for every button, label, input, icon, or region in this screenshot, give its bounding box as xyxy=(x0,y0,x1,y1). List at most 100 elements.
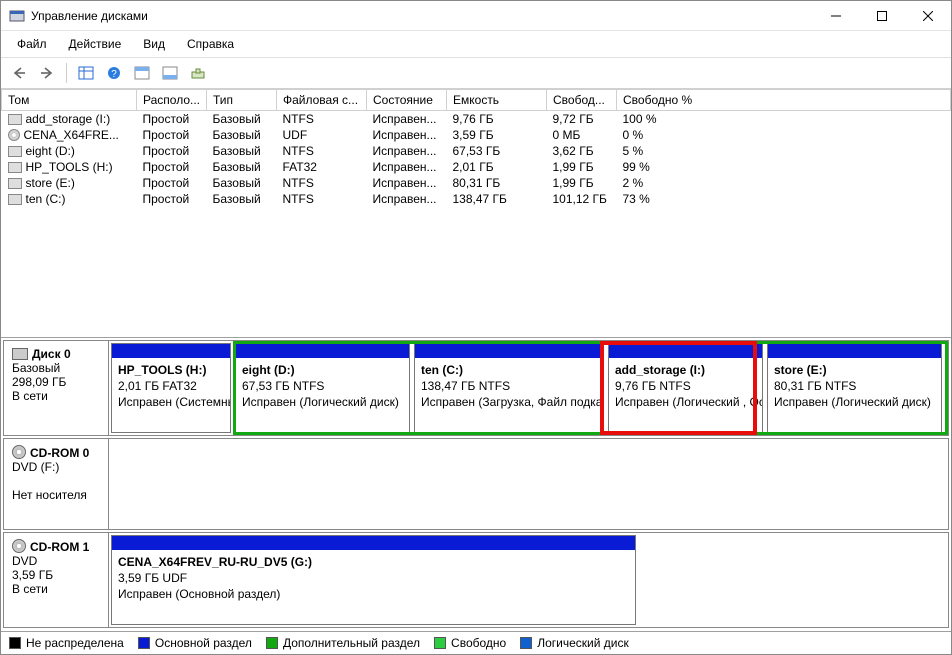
disk-row-cd1[interactable]: CD-ROM 1 DVD 3,59 ГБ В сети CENA_X64FREV… xyxy=(3,532,949,628)
svg-text:?: ? xyxy=(111,69,117,80)
help-button[interactable]: ? xyxy=(102,62,126,84)
menu-action[interactable]: Действие xyxy=(59,35,132,53)
disk-map[interactable]: Диск 0 Базовый 298,09 ГБ В сети HP_TOOLS… xyxy=(1,338,951,631)
swatch-primary xyxy=(138,637,150,649)
partition-status: Исправен (Основной раздел) xyxy=(118,587,280,601)
menu-file[interactable]: Файл xyxy=(7,35,57,53)
swatch-extended xyxy=(266,637,278,649)
toolbar-sep xyxy=(66,63,67,83)
col-capacity[interactable]: Емкость xyxy=(447,90,547,111)
partition[interactable]: eight (D:) 67,53 ГБ NTFS Исправен (Логичес… xyxy=(235,343,410,433)
partition[interactable]: ten (C:) 138,47 ГБ NTFS Исправен (Загрузка… xyxy=(414,343,604,433)
disk-icon xyxy=(8,178,22,189)
disk-body-cd1: CENA_X64FREV_RU-RU_DV5 (G:) 3,59 ГБ UDF … xyxy=(109,533,948,627)
swatch-logical xyxy=(520,637,532,649)
partition-status: Исправен (Логический диск) xyxy=(242,395,399,409)
volume-list[interactable]: Том Располо... Тип Файловая с... Состоян… xyxy=(1,89,951,338)
partition-status: Исправен (Загрузка, Файл подкачки) xyxy=(421,395,603,409)
partition-name: eight (D:) xyxy=(242,363,295,377)
forward-button[interactable] xyxy=(35,62,59,84)
disk-type: DVD (F:) xyxy=(12,460,100,474)
view-list-button[interactable] xyxy=(74,62,98,84)
disk-size: 298,09 ГБ xyxy=(12,375,100,389)
cd-icon xyxy=(12,445,26,459)
partition-size: 9,76 ГБ NTFS xyxy=(615,379,691,393)
disk-body-cd0 xyxy=(109,439,948,529)
partition[interactable]: add_storage (I:) 9,76 ГБ NTFS Исправен (Ло… xyxy=(608,343,763,433)
menu-help[interactable]: Справка xyxy=(177,35,244,53)
legend-logical: Логический диск xyxy=(520,636,629,650)
volume-list-spacer xyxy=(1,207,951,337)
partition-size: 3,59 ГБ UDF xyxy=(118,571,187,585)
disk-head-cd1: CD-ROM 1 DVD 3,59 ГБ В сети xyxy=(4,533,109,627)
col-volume[interactable]: Том xyxy=(2,90,137,111)
col-free[interactable]: Свобод... xyxy=(547,90,617,111)
col-filesystem[interactable]: Файловая с... xyxy=(277,90,367,111)
partition-name: HP_TOOLS (H:) xyxy=(118,363,206,377)
legend: Не распределена Основной раздел Дополнит… xyxy=(1,631,951,654)
table-header-row: Том Располо... Тип Файловая с... Состоян… xyxy=(2,90,951,111)
disk-icon xyxy=(8,114,22,125)
view-bottom-button[interactable] xyxy=(158,62,182,84)
disk-row-0[interactable]: Диск 0 Базовый 298,09 ГБ В сети HP_TOOLS… xyxy=(3,340,949,436)
partition-name: ten (C:) xyxy=(421,363,463,377)
table-row[interactable]: eight (D:)ПростойБазовыйNTFSИсправен...6… xyxy=(2,143,951,159)
table-row[interactable]: add_storage (I:)ПростойБазовыйNTFSИсправ… xyxy=(2,111,951,128)
partition-name: store (E:) xyxy=(774,363,827,377)
disk-size: 3,59 ГБ xyxy=(12,568,100,582)
partition-cena[interactable]: CENA_X64FREV_RU-RU_DV5 (G:) 3,59 ГБ UDF … xyxy=(111,535,636,625)
partition-text: ten (C:) 138,47 ГБ NTFS Исправен (Загрузка… xyxy=(415,358,603,415)
disk-icon xyxy=(8,162,22,173)
partition-bar xyxy=(768,344,941,358)
disk-name: CD-ROM 1 xyxy=(30,540,89,554)
disk-icon xyxy=(12,348,28,360)
back-button[interactable] xyxy=(7,62,31,84)
close-button[interactable] xyxy=(905,1,951,31)
partition-status: Исправен (Системный раздел) xyxy=(118,395,230,409)
minimize-button[interactable] xyxy=(813,1,859,31)
toolbar: ? xyxy=(1,58,951,89)
table-row[interactable]: HP_TOOLS (H:)ПростойБазовыйFAT32Исправен… xyxy=(2,159,951,175)
view-top-button[interactable] xyxy=(130,62,154,84)
partition[interactable]: store (E:)80,31 ГБ NTFSИсправен (Логичес… xyxy=(767,343,942,433)
partition-text: add_storage (I:) 9,76 ГБ NTFS Исправен (Ло… xyxy=(609,358,762,415)
titlebar: Управление дисками xyxy=(1,1,951,31)
partition-name: add_storage (I:) xyxy=(615,363,705,377)
disk-head-cd0: CD-ROM 0 DVD (F:) Нет носителя xyxy=(4,439,109,529)
cd-icon xyxy=(12,539,26,553)
spacer xyxy=(12,474,100,488)
partition-size: 80,31 ГБ NTFS xyxy=(774,379,856,393)
partition-bar xyxy=(609,344,762,358)
swatch-unalloc xyxy=(9,637,21,649)
table-row[interactable]: ten (C:)ПростойБазовыйNTFSИсправен...138… xyxy=(2,191,951,207)
col-status[interactable]: Состояние xyxy=(367,90,447,111)
partition-size: 2,01 ГБ FAT32 xyxy=(118,379,197,393)
disk-state: В сети xyxy=(12,582,100,596)
partition-size: 138,47 ГБ NTFS xyxy=(421,379,510,393)
partition-text: store (E:)80,31 ГБ NTFSИсправен (Логичес… xyxy=(768,358,941,415)
partition[interactable]: HP_TOOLS (H:) 2,01 ГБ FAT32 Исправен (Сист… xyxy=(111,343,231,433)
disk-body-0: HP_TOOLS (H:) 2,01 ГБ FAT32 Исправен (Сист… xyxy=(109,341,948,435)
table-row[interactable]: store (E:)ПростойБазовыйNTFSИсправен...8… xyxy=(2,175,951,191)
disk-state: Нет носителя xyxy=(12,488,100,502)
properties-button[interactable] xyxy=(186,62,210,84)
partition-size: 67,53 ГБ NTFS xyxy=(242,379,324,393)
partition-bar xyxy=(415,344,603,358)
menu-view[interactable]: Вид xyxy=(133,35,175,53)
disk-head-0: Диск 0 Базовый 298,09 ГБ В сети xyxy=(4,341,109,435)
table-row[interactable]: CENA_X64FRE...ПростойБазовыйUDFИсправен.… xyxy=(2,127,951,143)
partition-status: Исправен (Логический , Основной) xyxy=(615,395,762,409)
disk-name: CD-ROM 0 xyxy=(30,446,89,460)
app-icon xyxy=(9,8,25,24)
partition-name: CENA_X64FREV_RU-RU_DV5 (G:) xyxy=(118,555,312,569)
legend-primary: Основной раздел xyxy=(138,636,252,650)
window-title: Управление дисками xyxy=(31,9,813,23)
disk-icon xyxy=(8,194,22,205)
partition-bar xyxy=(236,344,409,358)
col-layout[interactable]: Располо... xyxy=(137,90,207,111)
col-freepct[interactable]: Свободно % xyxy=(617,90,951,111)
partition-text: HP_TOOLS (H:) 2,01 ГБ FAT32 Исправен (Сист… xyxy=(112,358,230,415)
disk-row-cd0[interactable]: CD-ROM 0 DVD (F:) Нет носителя xyxy=(3,438,949,530)
maximize-button[interactable] xyxy=(859,1,905,31)
col-type[interactable]: Тип xyxy=(207,90,277,111)
